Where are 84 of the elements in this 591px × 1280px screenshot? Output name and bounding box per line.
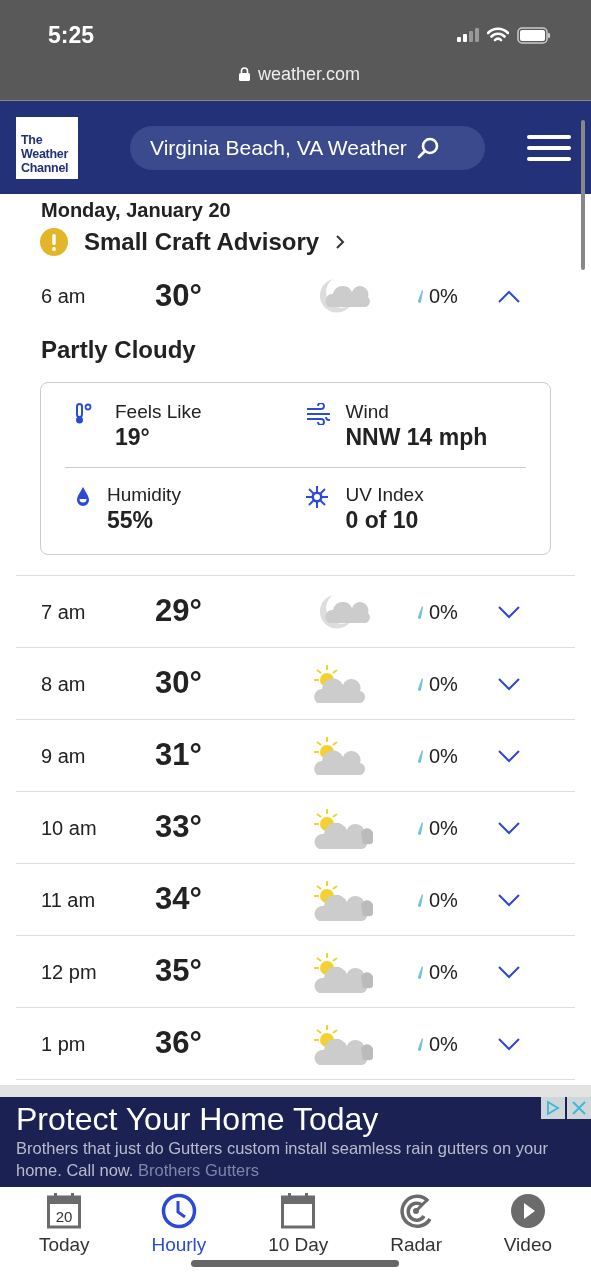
sun-clouds-icon — [313, 950, 373, 993]
logo[interactable]: The Weather Channel — [16, 116, 78, 179]
detail-value: 19° — [115, 423, 151, 451]
signal-icon — [457, 28, 479, 43]
sun-icon — [305, 486, 330, 508]
url-text: weather.com — [257, 62, 361, 86]
date-heading: Monday, January 20 — [41, 198, 232, 222]
precipitation: 0% — [429, 1031, 458, 1057]
raindrop-icon — [417, 289, 423, 303]
clock-icon — [160, 1193, 197, 1229]
temperature: 30° — [155, 664, 203, 703]
hour-label: 1 pm — [40, 1031, 87, 1057]
chevron-right-icon — [335, 234, 346, 250]
detail-value: 0 of 10 — [345, 506, 420, 534]
raindrop-icon — [417, 964, 423, 979]
temperature: 36° — [155, 1024, 203, 1063]
ad-title: Protect Your Home Today — [16, 1101, 380, 1137]
battery-icon — [517, 26, 551, 44]
sun-clouds-icon — [313, 1022, 373, 1065]
temperature: 34° — [155, 880, 203, 919]
temperature: 33° — [155, 808, 203, 847]
precipitation: 0% — [429, 671, 458, 697]
hour-label: 8 am — [40, 671, 87, 697]
hour-label: 10 am — [40, 815, 98, 841]
temperature: 31° — [155, 736, 203, 775]
chevron-down-icon[interactable] — [497, 893, 521, 908]
precipitation: 0% — [429, 959, 458, 985]
raindrop-icon — [417, 820, 423, 835]
play-outline-icon — [546, 1100, 560, 1116]
tab[interactable]: Hourly — [151, 1193, 207, 1280]
precipitation: 0% — [429, 815, 458, 841]
wifi-icon — [487, 27, 509, 44]
chevron-up-icon[interactable] — [497, 289, 521, 304]
calendar-icon: 20 — [47, 1193, 82, 1229]
tab[interactable]: 20 Today — [38, 1193, 90, 1280]
search-icon — [416, 136, 439, 159]
water-drop-icon — [75, 486, 91, 508]
sun-clouds-icon — [313, 806, 373, 849]
alert-link[interactable]: Small Craft Advisory — [16, 222, 346, 260]
chevron-down-icon[interactable] — [497, 965, 521, 980]
hour-label: 9 am — [40, 743, 87, 769]
chevron-down-icon[interactable] — [497, 749, 521, 764]
precipitation: 0% — [429, 599, 458, 625]
raindrop-icon — [417, 748, 423, 763]
precipitation: 0% — [429, 887, 458, 913]
detail-label: Wind — [345, 401, 390, 423]
calendar-icon — [281, 1193, 316, 1229]
temperature: 30° — [155, 276, 203, 315]
ad-text: Brothers that just do Gutters custom install seamless rain gutters on your home. Call now. Brothers Gutters — [16, 1138, 549, 1181]
temperature: 35° — [155, 952, 203, 991]
hour-label: 6 am — [40, 284, 87, 309]
tab[interactable]: 10 Day — [268, 1193, 329, 1280]
detail-label: Feels Like — [115, 401, 202, 423]
detail-value: 55% — [107, 506, 155, 534]
hour-label: 11 am — [40, 887, 97, 913]
warning-icon — [40, 228, 68, 256]
temperature: 29° — [155, 592, 203, 631]
tab[interactable]: Radar — [390, 1193, 442, 1280]
chevron-down-icon[interactable] — [497, 677, 521, 692]
lock-icon — [238, 67, 250, 81]
precipitation: 0% — [429, 284, 458, 309]
chevron-down-icon[interactable] — [497, 1037, 521, 1052]
close-icon — [572, 1101, 586, 1115]
sun-clouds-icon — [313, 878, 373, 921]
precipitation: 0% — [429, 743, 458, 769]
scrollbar[interactable] — [581, 120, 585, 270]
raindrop-icon — [417, 676, 423, 691]
detail-value: NNW 14 mph — [345, 423, 488, 451]
raindrop-icon — [417, 1036, 423, 1051]
tab[interactable]: Video — [503, 1193, 553, 1280]
chevron-down-icon[interactable] — [497, 605, 521, 620]
menu-icon[interactable] — [527, 134, 571, 161]
clock-time: 5:25 — [48, 21, 95, 50]
hour-label: 7 am — [40, 599, 87, 625]
condition-text: Partly Cloudy — [40, 335, 197, 365]
raindrop-icon — [417, 604, 423, 619]
wind-icon — [305, 403, 330, 425]
chevron-down-icon[interactable] — [497, 821, 521, 836]
raindrop-icon — [417, 892, 423, 907]
hour-label: 12 pm — [40, 959, 98, 985]
detail-label: UV Index — [345, 484, 424, 506]
play-icon — [509, 1193, 546, 1229]
detail-label: Humidity — [107, 484, 181, 506]
search-button[interactable]: Virginia Beach, VA Weather — [130, 125, 485, 170]
